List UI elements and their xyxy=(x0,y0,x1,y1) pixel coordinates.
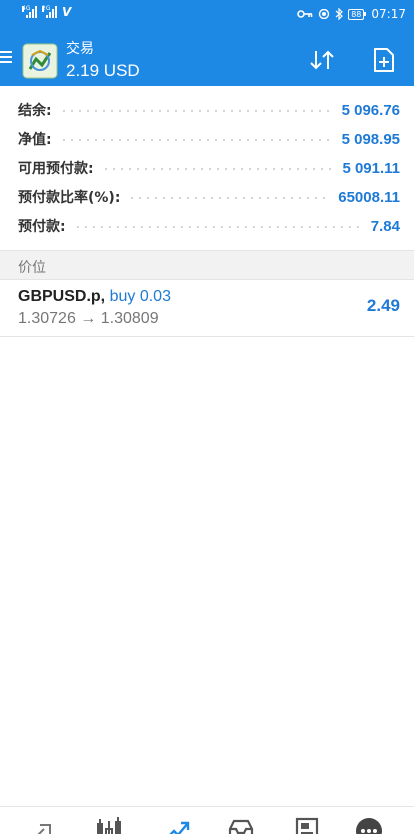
dotted-leader xyxy=(59,139,334,141)
carrier-v-icon: V xyxy=(62,5,72,19)
key-icon xyxy=(297,10,313,18)
new-order-button[interactable] xyxy=(366,42,402,78)
summary-row-margin-level: 预付款比率(%): 65008.11 xyxy=(18,185,400,209)
dotted-leader xyxy=(59,110,334,112)
price-open: 1.30726 xyxy=(18,310,76,327)
summary-label: 可用预付款: xyxy=(18,161,94,177)
position-prices: 1.30726 → 1.30809 xyxy=(18,310,159,328)
sort-button[interactable] xyxy=(302,44,342,76)
summary-value: 5 096.76 xyxy=(341,101,400,119)
dotted-leader xyxy=(73,226,363,228)
dotted-leader xyxy=(101,168,335,170)
more-icon[interactable] xyxy=(354,815,384,834)
profit-summary: 2.19 USD xyxy=(66,61,140,80)
summary-label: 净值: xyxy=(18,132,52,148)
section-title: 价位 xyxy=(18,260,46,276)
metatrader-logo[interactable] xyxy=(22,43,58,79)
summary-value: 65008.11 xyxy=(338,188,400,206)
news-icon[interactable] xyxy=(292,815,322,834)
account-summary: 结余: 5 096.76 净值: 5 098.95 可用预付款: 5 091.1… xyxy=(0,86,414,250)
summary-value: 5 091.11 xyxy=(342,159,400,177)
battery-icon: 88 xyxy=(348,8,367,20)
position-row[interactable]: GBPUSD.p, buy 0.03 1.30726 → 1.30809 2.4… xyxy=(0,281,414,337)
status-bar: 4G 2G V 88 07:17 xyxy=(0,0,414,30)
summary-value: 5 098.95 xyxy=(341,130,400,148)
menu-icon[interactable] xyxy=(0,51,12,63)
summary-row-equity: 净值: 5 098.95 xyxy=(18,127,400,151)
new-order-icon xyxy=(374,48,394,72)
summary-label: 预付款: xyxy=(18,219,66,235)
position-header: GBPUSD.p, buy 0.03 xyxy=(18,288,171,306)
app-toolbar: 交易 2.19 USD xyxy=(0,30,414,86)
price-arrow-icon: → xyxy=(80,310,97,327)
page-title: 交易 xyxy=(66,41,94,57)
signal-icon-sim2: 2G xyxy=(42,6,57,18)
summary-value: 7.84 xyxy=(370,217,400,235)
summary-label: 预付款比率(%): xyxy=(18,190,121,206)
summary-row-free-margin: 可用预付款: 5 091.11 xyxy=(18,156,400,180)
quotes-icon[interactable] xyxy=(30,815,60,834)
sort-icon xyxy=(310,50,334,70)
position-profit: 2.49 xyxy=(366,296,400,315)
dotted-leader xyxy=(128,197,331,199)
price-current: 1.30809 xyxy=(100,310,159,327)
bottom-navigation xyxy=(0,806,414,834)
chart-icon[interactable] xyxy=(94,815,124,834)
summary-row-balance: 结余: 5 096.76 xyxy=(18,98,400,122)
summary-label: 结余: xyxy=(18,103,52,119)
history-icon[interactable] xyxy=(226,815,256,834)
section-header-positions: 价位 xyxy=(0,250,414,280)
clock: 07:17 xyxy=(371,7,406,21)
position-symbol: GBPUSD.p, xyxy=(18,288,106,305)
trade-icon[interactable] xyxy=(162,815,192,834)
summary-row-margin: 预付款: 7.84 xyxy=(18,214,400,238)
eye-icon xyxy=(319,9,330,19)
signal-icon-sim1: 4G xyxy=(22,6,37,18)
bluetooth-icon xyxy=(335,8,344,20)
position-side-volume: buy 0.03 xyxy=(109,288,171,305)
